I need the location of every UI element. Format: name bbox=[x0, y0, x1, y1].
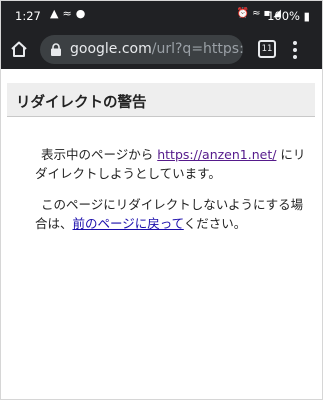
notification-icon: ▲ bbox=[50, 7, 63, 20]
browser-toolbar: google.com/url?q=https://a 11 bbox=[1, 30, 322, 69]
redirect-message-before: 表示中のページから bbox=[41, 147, 158, 162]
sync-icon: ≈ bbox=[62, 7, 76, 20]
tab-count: 11 bbox=[261, 44, 273, 54]
back-link[interactable]: 前のページに戻って bbox=[73, 216, 184, 231]
url-text[interactable]: google.com/url?q=https://a bbox=[70, 41, 243, 57]
messenger-icon: ● bbox=[75, 7, 90, 20]
status-left-icons: ▲≈● bbox=[50, 7, 89, 20]
battery-indicator: 100% ▮ bbox=[267, 9, 310, 23]
redirect-message: 表示中のページから https://anzen1.net/ にリダイレクトしよう… bbox=[35, 145, 310, 183]
back-instructions-after: ください。 bbox=[183, 216, 247, 231]
warning-header: リダイレクトの警告 bbox=[7, 83, 315, 117]
battery-level: 100% bbox=[267, 9, 300, 23]
browser-window: 1:27 ▲≈● ⏰≈▪◢ 100% ▮ google.com/url?q=ht… bbox=[0, 0, 323, 400]
battery-icon: ▮ bbox=[303, 9, 310, 23]
wifi-icon: ≈ bbox=[252, 8, 264, 19]
status-time: 1:27 bbox=[15, 9, 41, 23]
home-icon[interactable] bbox=[10, 40, 28, 58]
lock-icon bbox=[51, 43, 61, 56]
url-host: google.com bbox=[70, 41, 152, 57]
address-bar[interactable]: google.com/url?q=https://a bbox=[40, 35, 243, 64]
page-title: リダイレクトの警告 bbox=[16, 95, 147, 111]
redirect-target-link[interactable]: https://anzen1.net/ bbox=[157, 147, 276, 162]
tab-switcher-button[interactable]: 11 bbox=[258, 40, 276, 58]
overflow-menu-icon[interactable] bbox=[293, 41, 297, 62]
back-instructions: このページにリダイレクトしないようにする場合は、前のページに戻ってください。 bbox=[35, 195, 310, 233]
url-path: /url?q=https://a bbox=[151, 41, 243, 57]
alarm-icon: ⏰ bbox=[236, 8, 253, 19]
status-bar: 1:27 ▲≈● ⏰≈▪◢ 100% ▮ bbox=[1, 1, 322, 30]
